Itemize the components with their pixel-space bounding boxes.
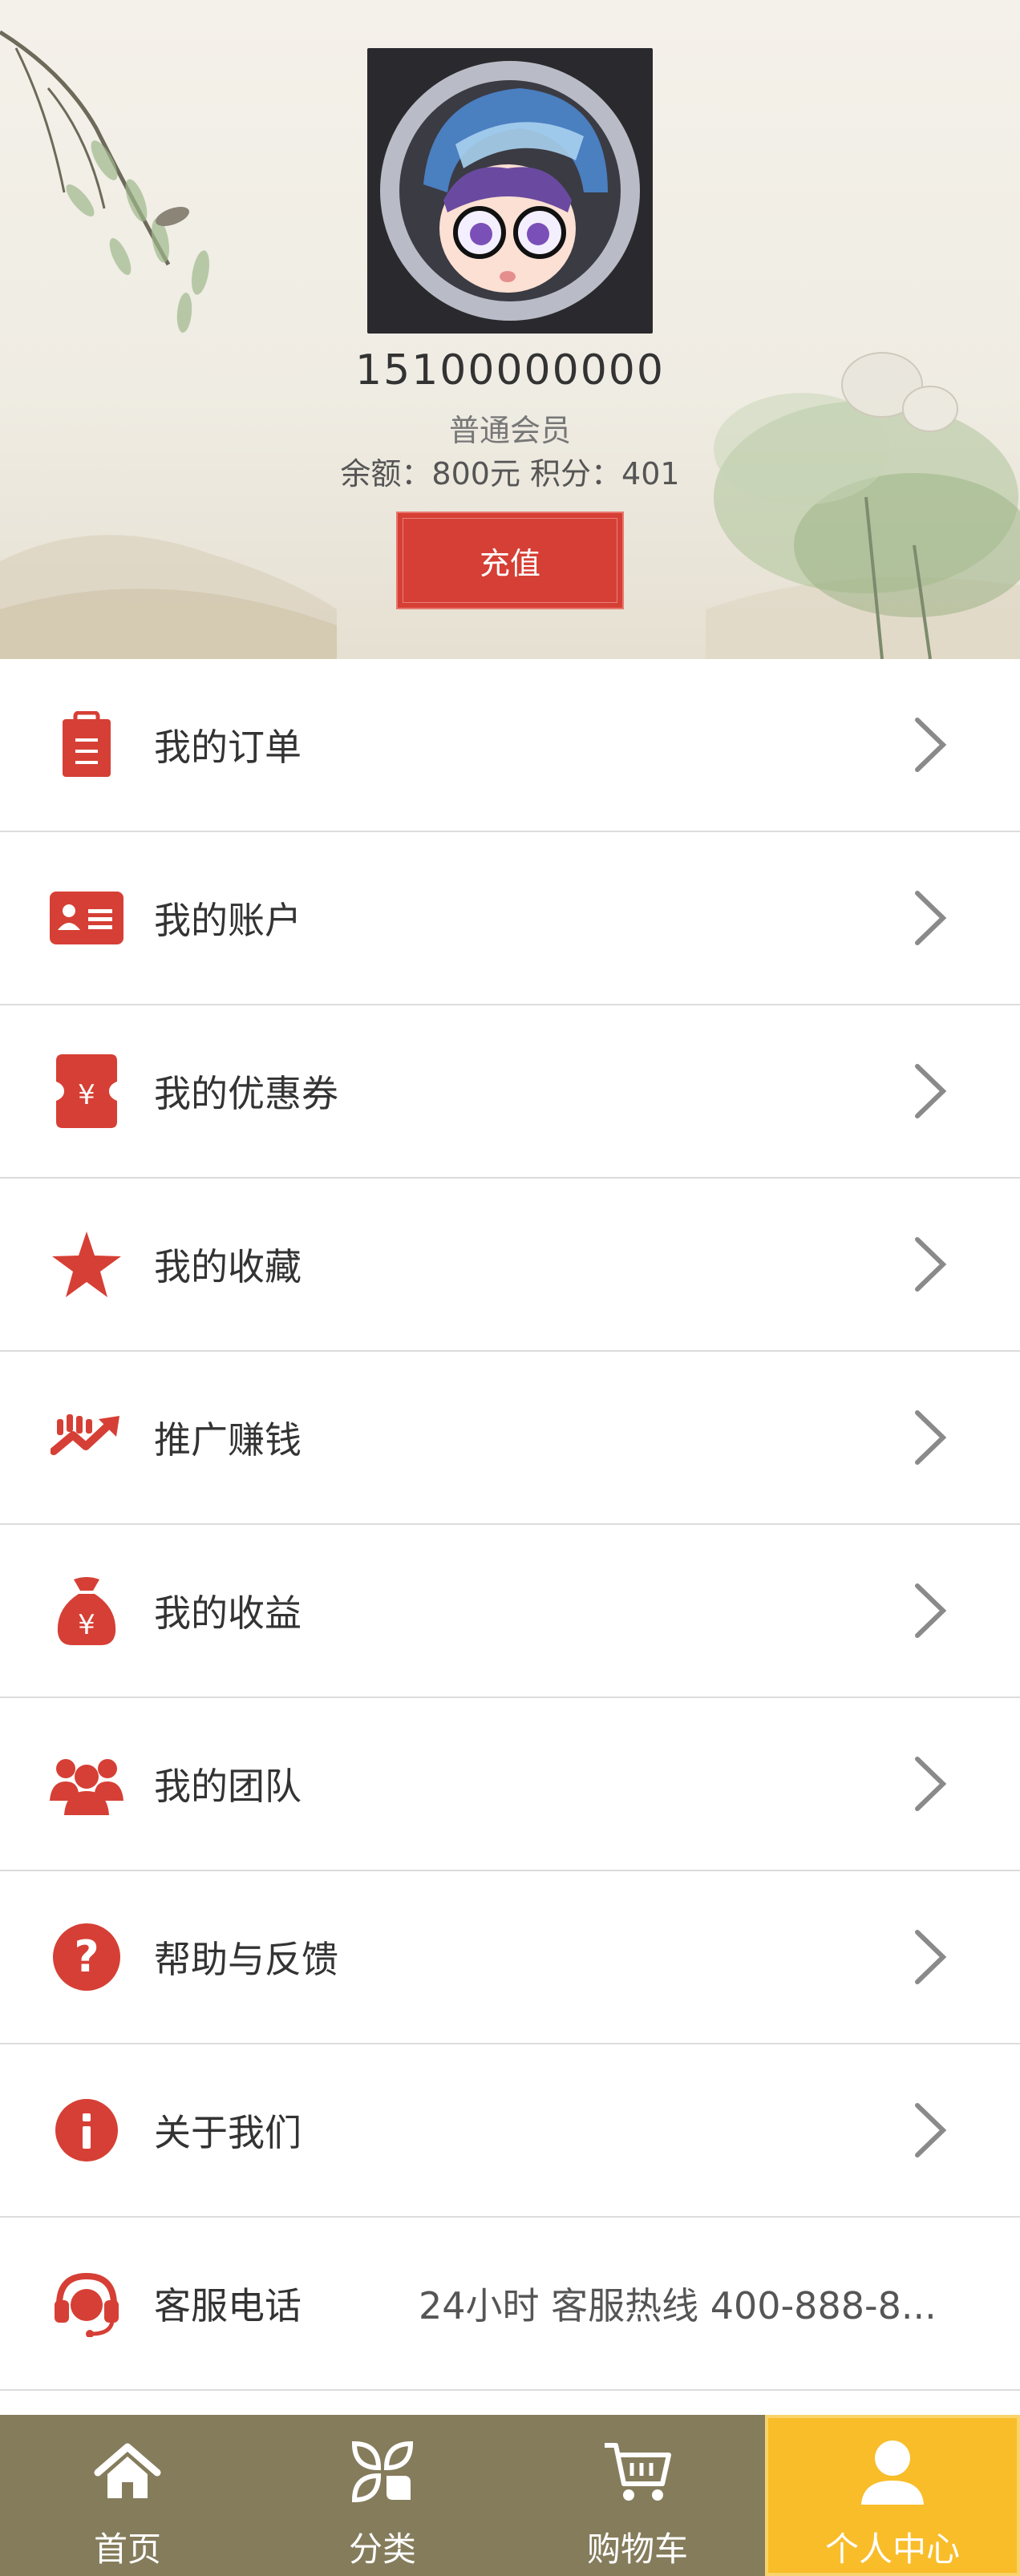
menu-item-promote[interactable]: 推广赚钱 — [0, 1352, 1020, 1525]
tab-label: 购物车 — [586, 2529, 688, 2569]
headset-icon — [50, 2267, 123, 2340]
chevron-right-icon — [915, 1064, 947, 1118]
menu-item-favorites[interactable]: 我的收藏 — [0, 1179, 1020, 1352]
chevron-right-icon — [915, 1583, 947, 1638]
tab-cart[interactable]: 购物车 — [510, 2415, 765, 2576]
menu-item-label: 我的优惠券 — [154, 1072, 338, 1115]
tab-home[interactable]: 首页 — [0, 2415, 255, 2576]
svg-text:?: ? — [74, 1931, 99, 1982]
category-icon — [351, 2441, 414, 2503]
menu-item-label: 帮助与反馈 — [154, 1938, 338, 1981]
menu-item-label: 我的账户 — [154, 899, 302, 942]
menu-item-account[interactable]: 我的账户 — [0, 832, 1020, 1005]
svg-text:¥: ¥ — [78, 1079, 95, 1111]
bottom-tabbar: 首页 分类 购物车 个人中心 — [0, 2415, 1020, 2576]
menu-item-orders[interactable]: 我的订单 — [0, 659, 1020, 832]
menu-item-earnings[interactable]: ¥ 我的收益 — [0, 1525, 1020, 1698]
team-icon — [50, 1747, 123, 1821]
id-card-icon — [50, 881, 123, 955]
menu-item-label: 我的收藏 — [154, 1245, 302, 1288]
menu-item-coupons[interactable]: ¥ 我的优惠券 — [0, 1005, 1020, 1179]
cart-icon — [605, 2443, 671, 2501]
menu-item-label: 关于我们 — [154, 2111, 302, 2154]
tab-label: 分类 — [348, 2529, 416, 2569]
chevron-right-icon — [915, 1930, 947, 1984]
chevron-right-icon — [915, 1237, 947, 1292]
menu-item-label: 我的团队 — [154, 1765, 302, 1808]
user-icon — [861, 2441, 924, 2505]
chevron-right-icon — [915, 1757, 947, 1811]
menu-item-about[interactable]: 关于我们 — [0, 2044, 1020, 2218]
star-icon — [50, 1227, 123, 1301]
svg-text:¥: ¥ — [78, 1609, 95, 1641]
chevron-right-icon — [915, 718, 947, 772]
home-icon — [94, 2443, 161, 2498]
member-level: 普通会员 — [448, 413, 571, 448]
chevron-right-icon — [915, 2103, 947, 2157]
tab-label: 首页 — [93, 2529, 161, 2569]
coupon-icon: ¥ — [50, 1054, 123, 1128]
avatar[interactable] — [367, 48, 653, 334]
tab-category[interactable]: 分类 — [255, 2415, 510, 2576]
menu-item-label: 推广赚钱 — [154, 1418, 302, 1462]
tab-label: 个人中心 — [824, 2529, 960, 2569]
menu-item-help[interactable]: ? 帮助与反馈 — [0, 1871, 1020, 2044]
clipboard-icon — [50, 708, 123, 782]
chevron-right-icon — [915, 891, 947, 945]
avatar-image — [367, 48, 653, 334]
user-phone: 15100000000 — [355, 346, 665, 394]
money-bag-icon: ¥ — [50, 1574, 123, 1648]
balance-points: 余额：800元 积分：401 — [340, 456, 680, 491]
menu-item-label: 我的订单 — [154, 726, 302, 769]
info-icon — [50, 2093, 123, 2167]
menu-item-team[interactable]: 我的团队 — [0, 1698, 1020, 1871]
menu-item-label: 客服电话 — [154, 2284, 302, 2327]
tab-profile[interactable]: 个人中心 — [765, 2415, 1020, 2576]
trend-icon — [50, 1401, 123, 1474]
profile-header: 15100000000 普通会员 余额：800元 积分：401 充值 — [0, 0, 1020, 659]
service-hotline[interactable]: 24小时 客服热线 400-888-8... — [419, 2277, 956, 2330]
menu-list: 我的订单 我的账户 ¥ 我的优惠券 我的收藏 推广赚钱 ¥ 我的收益 我的团队 … — [0, 659, 1020, 2391]
menu-item-service-phone[interactable]: 客服电话 24小时 客服热线 400-888-8... — [0, 2218, 1020, 2391]
menu-item-label: 我的收益 — [154, 1591, 302, 1635]
help-icon: ? — [50, 1920, 123, 1994]
chevron-right-icon — [915, 1410, 947, 1465]
recharge-button[interactable]: 充值 — [396, 512, 624, 609]
